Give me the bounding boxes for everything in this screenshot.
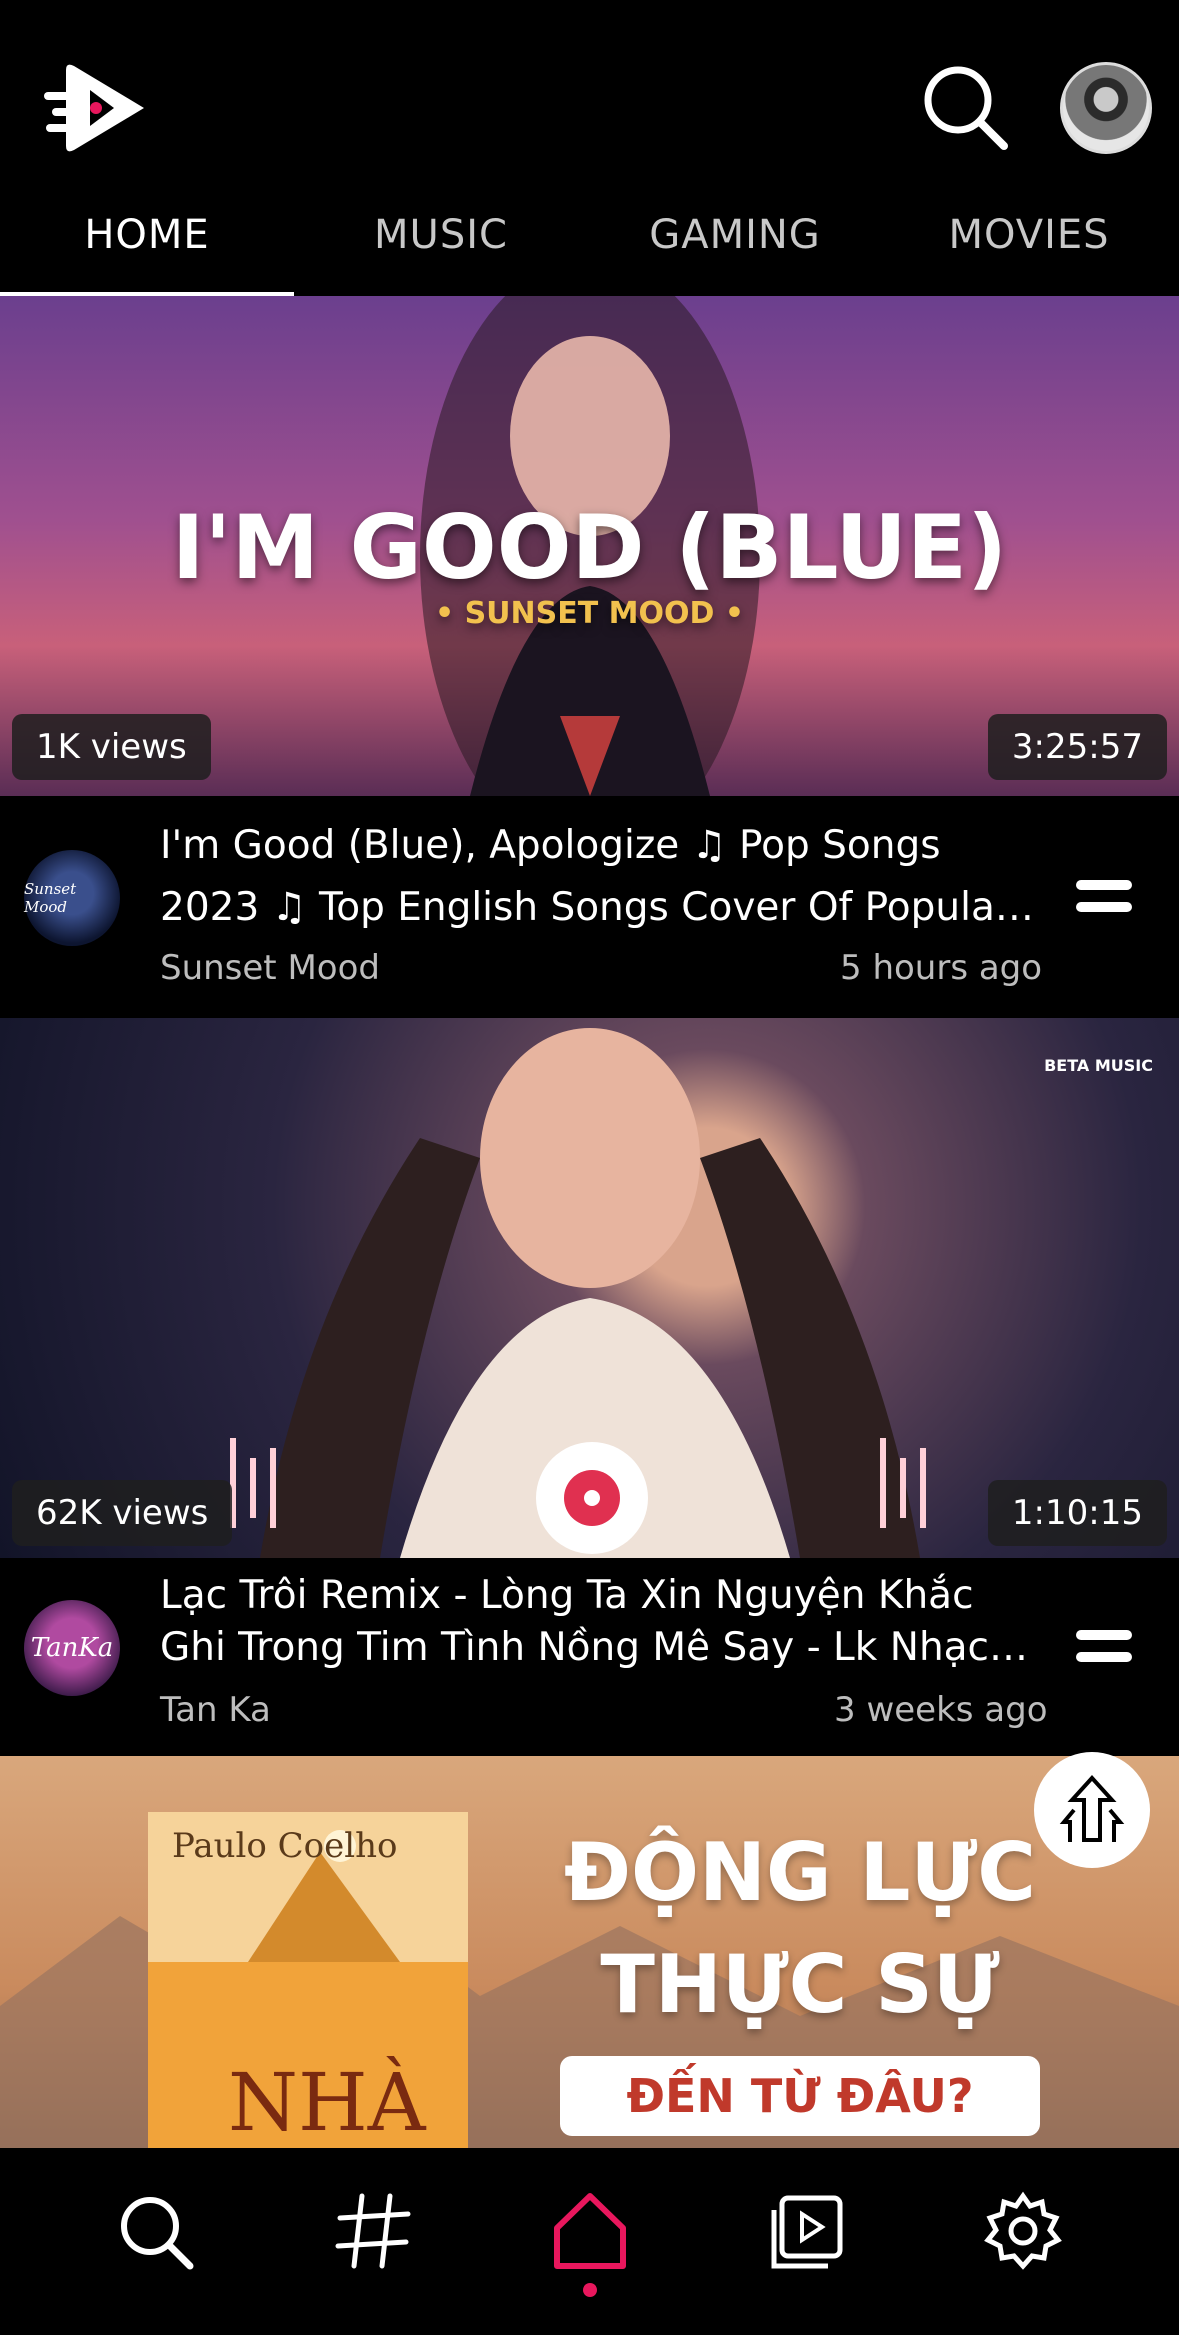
channel-avatar-text: Sunset Mood <box>24 880 77 916</box>
upload-button[interactable] <box>1034 1752 1150 1868</box>
video-thumbnail[interactable]: I'M GOOD (BLUE) • SUNSET MOOD • 1K views… <box>0 296 1179 796</box>
app-logo-icon[interactable] <box>44 58 154 158</box>
video-title[interactable]: Lạc Trôi Remix - Lòng Ta Xin Nguyện Khắc… <box>160 1570 1040 1674</box>
upload-icon <box>1059 1775 1125 1842</box>
more-options-button[interactable] <box>1076 880 1132 920</box>
upload-age: 3 weeks ago <box>834 1690 1048 1730</box>
hashtag-icon[interactable] <box>328 2186 418 2276</box>
video-title[interactable]: I'm Good (Blue), Apologize ♫ Pop Songs 2… <box>160 815 1040 939</box>
playlist-icon[interactable] <box>762 2186 852 2276</box>
video-title-line2: 2023 ♫ Top English Songs Cover Of Popula… <box>160 885 1040 930</box>
video-thumbnail[interactable]: BETA MUSIC 62K views 1:10:15 <box>0 1018 1179 1558</box>
thumbnail-title-line2: THỰC SỰ <box>600 1938 1000 2031</box>
thumbnail-title-text: I'M GOOD (BLUE) <box>171 496 1008 599</box>
more-options-button[interactable] <box>1076 1630 1132 1670</box>
channel-name[interactable]: Sunset Mood <box>160 948 380 988</box>
video-title-line1: I'm Good (Blue), Apologize ♫ Pop Songs <box>160 823 941 868</box>
thumbnail-subtitle-text: • SUNSET MOOD • <box>434 596 745 631</box>
views-badge: 1K views <box>12 714 211 780</box>
search-icon[interactable] <box>110 2186 200 2276</box>
search-icon[interactable] <box>920 62 1010 152</box>
tab-home[interactable]: HOME <box>0 200 294 296</box>
duration-badge: 1:10:15 <box>987 1480 1167 1546</box>
upload-age: 5 hours ago <box>840 948 1043 988</box>
duration-badge: 3:25:57 <box>987 714 1167 780</box>
book-title: NHÀ <box>228 2056 426 2148</box>
video-thumbnail[interactable]: Paulo Coelho NHÀ ĐỘNG LỰC THỰC SỰ ĐẾN TỪ… <box>0 1756 1179 2148</box>
profile-avatar[interactable] <box>1060 62 1152 154</box>
thumbnail-title-line1: ĐỘNG LỰC <box>563 1826 1037 1919</box>
top-app-bar: HOME MUSIC GAMING MOVIES <box>0 0 1179 296</box>
video-title-line1: Lạc Trôi Remix - Lòng Ta Xin Nguyện Khắc <box>160 1573 974 1618</box>
channel-name[interactable]: Tan Ka <box>160 1690 271 1730</box>
book-author: Paulo Coelho <box>172 1826 398 1866</box>
home-icon[interactable] <box>545 2186 635 2276</box>
tab-gaming[interactable]: GAMING <box>588 200 882 296</box>
video-title-line2: Ghi Trong Tim Tình Nồng Mê Say - Lk Nhạc… <box>160 1625 1040 1670</box>
views-badge: 62K views <box>12 1480 233 1546</box>
channel-avatar[interactable]: TanKa <box>24 1600 120 1696</box>
channel-avatar-text: TanKa <box>30 1633 114 1663</box>
tab-movies[interactable]: MOVIES <box>882 200 1176 296</box>
channel-avatar[interactable]: Sunset Mood <box>24 850 120 946</box>
channel-watermark: BETA MUSIC <box>1044 1056 1153 1075</box>
thumbnail-title-line3: ĐẾN TỪ ĐÂU? <box>560 2056 1040 2136</box>
settings-icon[interactable] <box>978 2186 1068 2276</box>
active-nav-indicator <box>583 2283 597 2297</box>
tab-music[interactable]: MUSIC <box>294 200 588 296</box>
